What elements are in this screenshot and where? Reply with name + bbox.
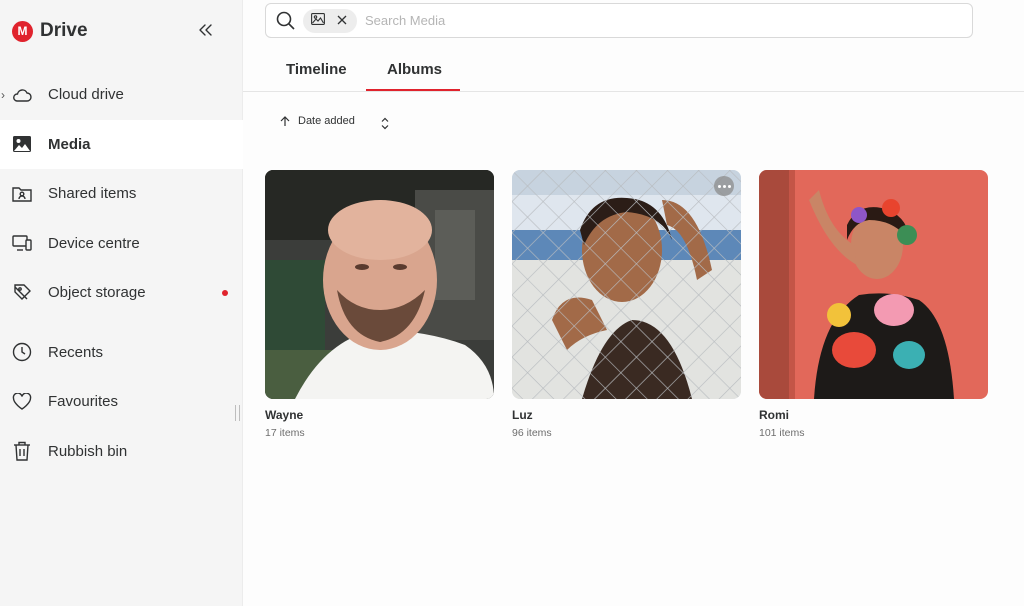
- close-icon[interactable]: [337, 12, 347, 30]
- app-logo[interactable]: M Drive: [12, 20, 88, 42]
- clock-icon: [12, 342, 32, 362]
- sidebar-item-label: Device centre: [48, 234, 140, 252]
- devices-icon: [12, 233, 32, 253]
- shared-folder-icon: [12, 184, 32, 204]
- sidebar-item-cloud-drive[interactable]: › Cloud drive: [0, 70, 243, 120]
- sidebar-item-label: Shared items: [48, 185, 137, 203]
- cloud-icon: [12, 85, 32, 105]
- sort-button[interactable]: Date added: [280, 115, 355, 127]
- album-item-count: 17 items: [265, 427, 305, 439]
- album-card[interactable]: Luz 96 items: [512, 170, 741, 439]
- sidebar-item-label: Rubbish bin: [48, 442, 128, 460]
- chevron-right-icon[interactable]: ›: [1, 88, 5, 102]
- sidebar-item-shared-items[interactable]: Shared items: [0, 169, 243, 219]
- album-cover-image[interactable]: [759, 170, 988, 399]
- sidebar-item-object-storage[interactable]: Object storage: [0, 268, 243, 318]
- sidebar-item-device-centre[interactable]: Device centre: [0, 219, 243, 269]
- active-tab-indicator: [366, 89, 460, 91]
- tab-timeline[interactable]: Timeline: [286, 61, 347, 78]
- view-tabs: Timeline Albums: [243, 52, 1024, 92]
- album-name: Wayne: [265, 408, 304, 422]
- album-item-count: 101 items: [759, 427, 805, 439]
- search-icon[interactable]: [275, 11, 295, 31]
- sidebar-item-label: Recents: [48, 343, 104, 361]
- album-name: Luz: [512, 408, 533, 422]
- arrow-up-icon: [280, 115, 290, 127]
- sort-order-toggle-icon[interactable]: [378, 114, 392, 132]
- sidebar-item-recents[interactable]: Recents: [0, 328, 243, 378]
- mega-logo-icon: M: [12, 20, 33, 42]
- sidebar-item-label: Cloud drive: [48, 86, 124, 104]
- more-options-icon[interactable]: [714, 176, 734, 196]
- trash-icon: [12, 441, 32, 461]
- sidebar-nav: › Cloud drive Media Shared items Device …: [0, 70, 243, 476]
- app-title: Drive: [40, 20, 88, 41]
- sidebar-item-media[interactable]: Media: [0, 119, 243, 169]
- album-cover-image[interactable]: [265, 170, 494, 399]
- search-input[interactable]: [365, 13, 865, 28]
- object-storage-icon: [12, 283, 32, 303]
- album-name: Romi: [759, 408, 789, 422]
- media-filter-chip[interactable]: [303, 8, 357, 33]
- collapse-sidebar-icon[interactable]: [196, 20, 216, 40]
- sidebar-item-rubbish-bin[interactable]: Rubbish bin: [0, 427, 243, 477]
- sidebar-item-label: Media: [48, 135, 91, 153]
- heart-icon: [12, 392, 32, 412]
- sidebar-item-label: Object storage: [48, 284, 146, 302]
- tab-albums[interactable]: Albums: [387, 61, 442, 78]
- image-icon: [12, 134, 32, 154]
- sidebar-item-label: Favourites: [48, 393, 119, 411]
- sort-label: Date added: [298, 115, 355, 127]
- search-bar[interactable]: [265, 3, 973, 38]
- main-content: Timeline Albums Date added: [243, 0, 1024, 606]
- image-filter-icon: [311, 12, 325, 30]
- album-cover-image[interactable]: [512, 170, 741, 399]
- sidebar-item-favourites[interactable]: Favourites: [0, 377, 243, 427]
- sidebar: M Drive › Cloud drive Media Shared items: [0, 0, 243, 606]
- album-card[interactable]: Romi 101 items: [759, 170, 988, 439]
- notification-dot: [222, 289, 228, 296]
- album-item-count: 96 items: [512, 427, 552, 439]
- album-card[interactable]: Wayne 17 items: [265, 170, 494, 439]
- sidebar-resize-handle[interactable]: [235, 405, 240, 421]
